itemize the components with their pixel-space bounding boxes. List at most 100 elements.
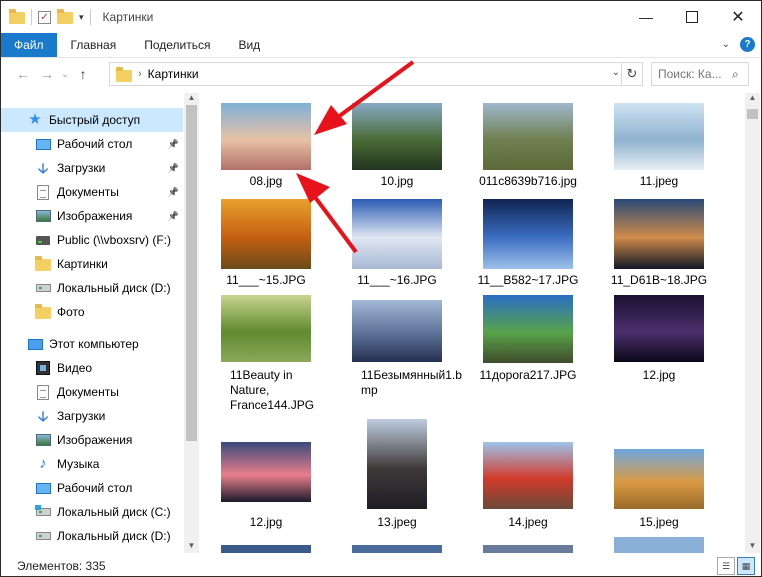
nav-item[interactable]: Фото: [1, 300, 183, 324]
scroll-up-icon[interactable]: ▲: [184, 93, 199, 105]
search-box[interactable]: ⌕: [651, 62, 749, 86]
documents-icon: [35, 184, 51, 200]
up-button[interactable]: ↑: [71, 62, 95, 86]
thumbnail-image[interactable]: [221, 545, 311, 553]
recent-locations-button[interactable]: ⌄: [59, 62, 71, 86]
tab-file[interactable]: Файл: [1, 33, 57, 57]
file-name: 12.jpg: [249, 515, 283, 529]
file-name: 11дорога217.JPG: [479, 368, 577, 382]
divider: [31, 9, 32, 25]
nav-item-label: Загрузки: [57, 161, 106, 175]
file-name: 11.jpeg: [639, 174, 679, 188]
details-view-icon: ☰: [721, 560, 731, 571]
tab-share[interactable]: Поделиться: [130, 33, 224, 57]
minimize-button[interactable]: —: [623, 1, 669, 33]
thumbnail-image[interactable]: [483, 545, 573, 553]
nav-item-label: Картинки: [57, 257, 108, 271]
nav-item[interactable]: Картинки: [1, 252, 183, 276]
nav-item[interactable]: Локальный диск (D:): [1, 524, 183, 548]
nav-item[interactable]: Локальный диск (D:): [1, 276, 183, 300]
thumbnail-image[interactable]: [614, 199, 704, 269]
nav-item[interactable]: 🡣 Загрузки: [1, 404, 183, 428]
nav-item[interactable]: Изображения: [1, 428, 183, 452]
scroll-thumb[interactable]: [186, 105, 197, 441]
nav-item[interactable]: 🡣 Загрузки 📌: [1, 156, 183, 180]
file-list: 08.jpg 10.jpg 011c8639b716.jpg 11.jpeg 11___…: [201, 93, 743, 553]
nav-item[interactable]: Рабочий стол: [1, 476, 183, 500]
pin-icon: 📌: [167, 162, 179, 173]
nav-item-label: Рабочий стол: [57, 481, 133, 495]
content-scrollbar[interactable]: ▲ ▼: [745, 93, 760, 553]
thumbnail-image[interactable]: [483, 442, 573, 509]
tab-home[interactable]: Главная: [57, 33, 131, 57]
scroll-thumb[interactable]: [747, 109, 758, 119]
large-icons-view-button[interactable]: ▦: [737, 557, 755, 575]
pc-icon: [27, 336, 43, 352]
thumbnail-image[interactable]: [221, 442, 311, 502]
nav-item[interactable]: Видео: [1, 356, 183, 380]
network-drive-icon: [35, 232, 51, 248]
back-arrow-icon: ←: [16, 66, 30, 82]
large-icons-view-icon: ▦: [741, 560, 751, 571]
nav-item-label: Изображения: [57, 209, 133, 223]
thumbnail-image[interactable]: [367, 419, 427, 509]
scroll-down-icon[interactable]: ▼: [184, 541, 199, 553]
nav-item-label: Фото: [57, 305, 85, 319]
nav-quick-access[interactable]: ★ Быстрый доступ: [1, 108, 183, 132]
file-name: 11___~15.JPG: [226, 273, 306, 287]
thumbnail-image[interactable]: [221, 295, 311, 362]
tab-view[interactable]: Вид: [224, 33, 274, 57]
window-title: Картинки: [102, 10, 154, 24]
nav-item[interactable]: Изображения 📌: [1, 204, 183, 228]
nav-item[interactable]: Рабочий стол 📌: [1, 132, 183, 156]
breadcrumb-separator-icon[interactable]: ›: [138, 68, 142, 80]
chevron-down-icon[interactable]: ⌄: [612, 67, 620, 78]
thumbnail-image[interactable]: [483, 295, 573, 363]
properties-icon[interactable]: ✓: [38, 10, 51, 24]
back-button[interactable]: ←: [11, 62, 35, 86]
thumbnail-image[interactable]: [614, 103, 704, 170]
thumbnail-image[interactable]: [352, 199, 442, 269]
pictures-icon: [35, 432, 51, 448]
nav-item-label: Загрузки: [57, 409, 106, 423]
thumbnail-image[interactable]: [614, 537, 704, 553]
scroll-down-icon[interactable]: ▼: [745, 541, 760, 553]
help-icon[interactable]: ?: [740, 37, 755, 52]
thumbnail-image[interactable]: [352, 300, 442, 362]
nav-scrollbar[interactable]: ▲ ▼: [184, 93, 199, 553]
nav-this-pc[interactable]: Этот компьютер: [1, 332, 183, 356]
address-bar[interactable]: › Картинки ⌄ ↻: [109, 62, 643, 86]
maximize-button[interactable]: [669, 1, 715, 33]
new-folder-icon[interactable]: [57, 9, 73, 25]
view-switcher: ☰ ▦: [717, 557, 755, 575]
pin-icon: 📌: [167, 138, 179, 149]
refresh-button[interactable]: ↻: [621, 63, 642, 85]
thumbnail-image[interactable]: [614, 295, 704, 362]
close-button[interactable]: ✕: [715, 1, 761, 33]
thumbnail-image[interactable]: [614, 449, 704, 509]
nav-item-label: Локальный диск (D:): [57, 281, 171, 295]
thumbnail-image[interactable]: [352, 545, 442, 553]
expand-ribbon-icon[interactable]: ⌄: [722, 39, 730, 50]
nav-item[interactable]: Локальный диск (C:): [1, 500, 183, 524]
folder-icon: [9, 9, 25, 25]
breadcrumb-item[interactable]: Картинки: [148, 67, 199, 81]
nav-item[interactable]: Public (\\vboxsrv) (F:): [1, 228, 183, 252]
explorer-window: ✓ ▾ Картинки — ✕ Файл Главная Поделиться…: [0, 0, 762, 577]
details-view-button[interactable]: ☰: [717, 557, 735, 575]
file-name: 11__B582~17.JPG: [477, 273, 579, 287]
thumbnail-image[interactable]: [352, 103, 442, 170]
thumbnail-image[interactable]: [221, 199, 311, 269]
customize-qat-icon[interactable]: ▾: [79, 12, 84, 23]
thumbnail-image[interactable]: [483, 103, 573, 170]
forward-button[interactable]: →: [35, 62, 59, 86]
status-bar: Элементов: 335 ☰ ▦: [1, 555, 761, 576]
minimize-icon: —: [639, 9, 653, 25]
nav-item[interactable]: ♪ Музыка: [1, 452, 183, 476]
search-input[interactable]: [658, 67, 732, 81]
scroll-up-icon[interactable]: ▲: [745, 93, 760, 105]
nav-item[interactable]: Документы: [1, 380, 183, 404]
thumbnail-image[interactable]: [483, 199, 573, 269]
nav-item[interactable]: Документы 📌: [1, 180, 183, 204]
thumbnail-image[interactable]: [221, 103, 311, 170]
